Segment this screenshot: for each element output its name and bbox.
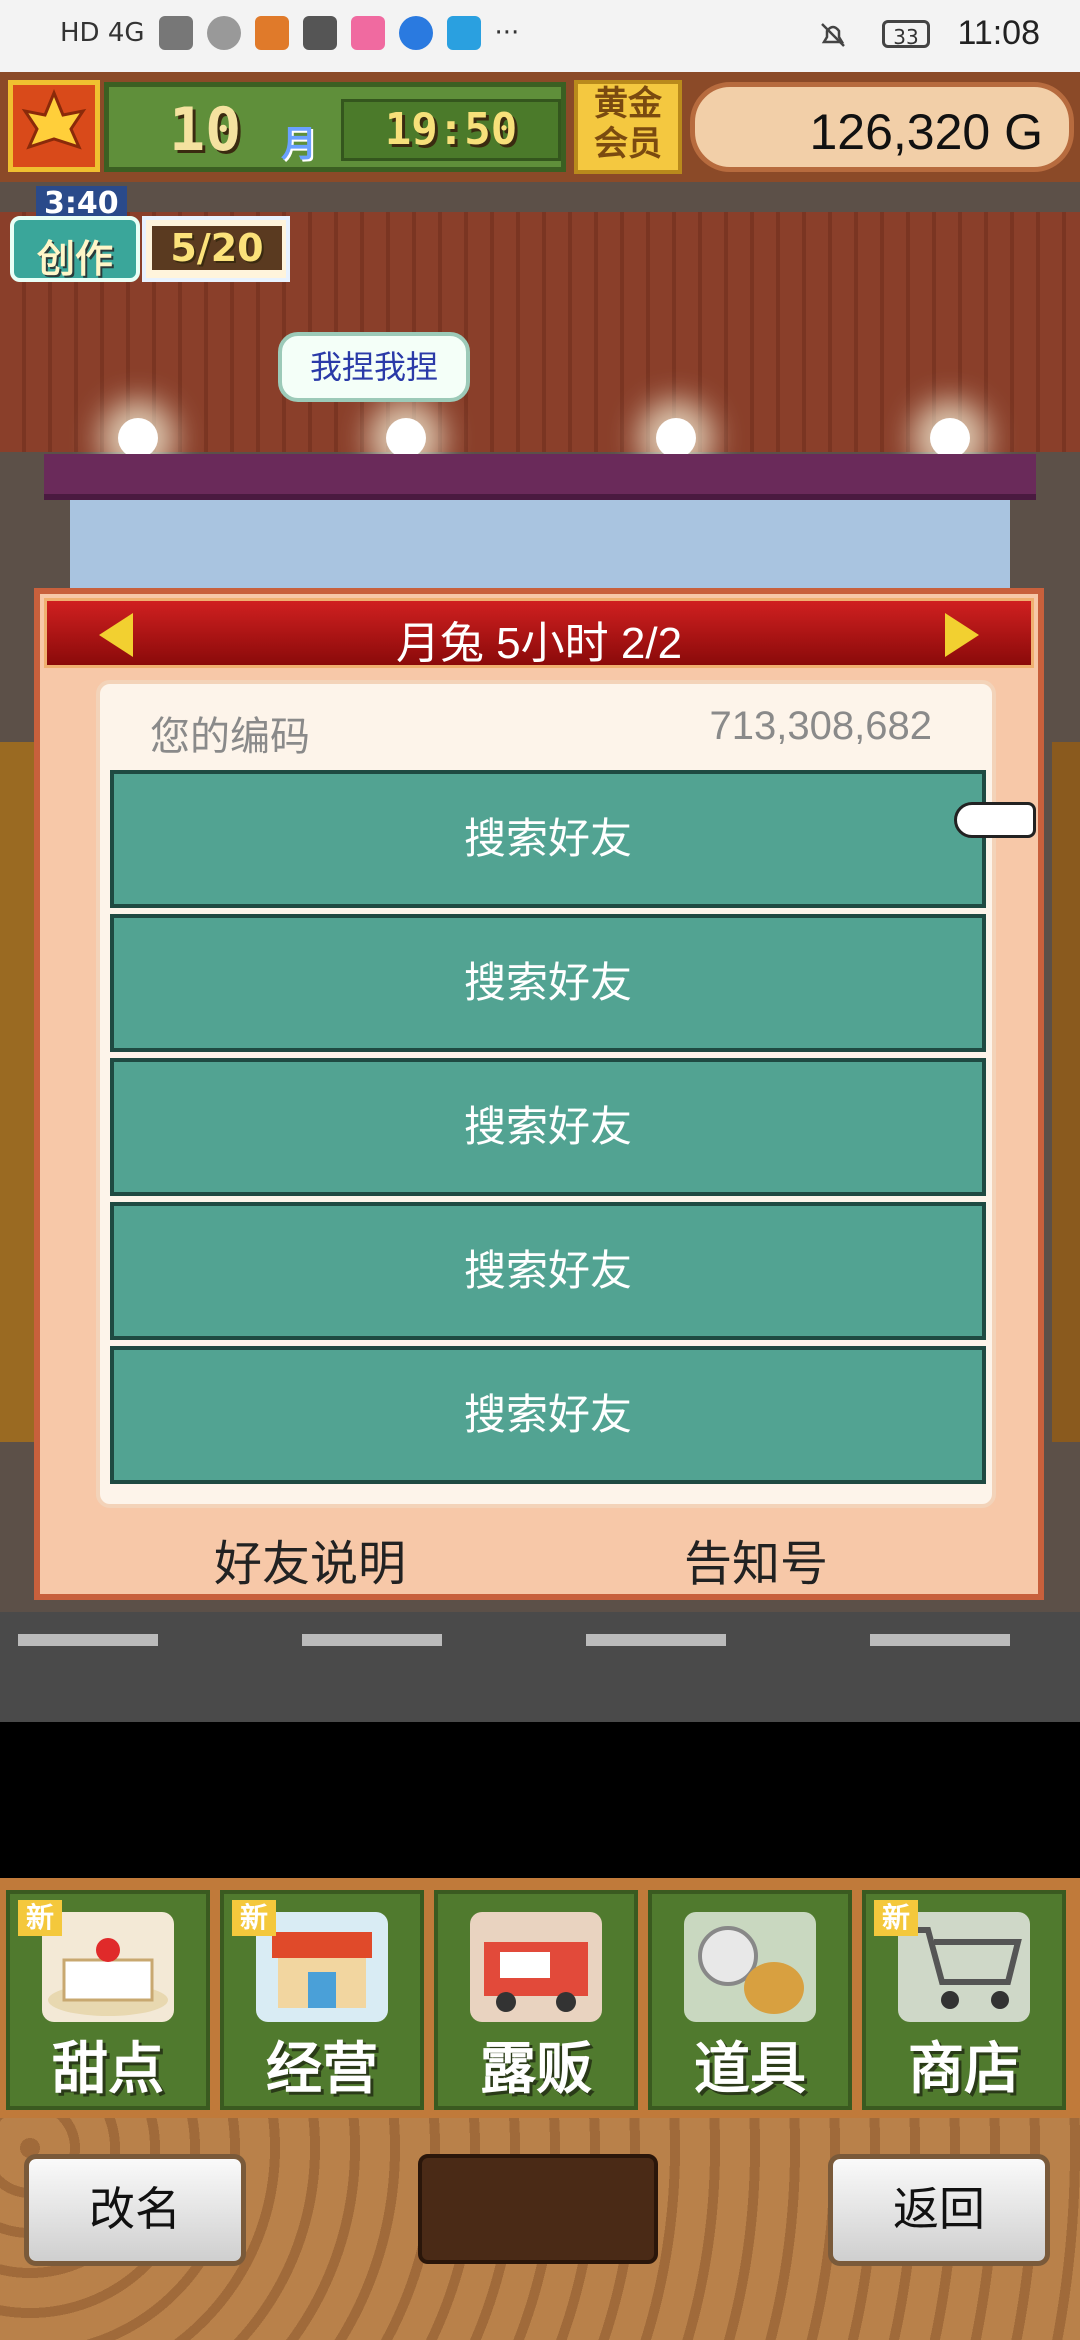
browser-app-icon <box>398 16 433 50</box>
gear-bag-icon <box>684 1912 816 2022</box>
new-badge: 新 <box>18 1900 62 1936</box>
money-display: 126,320 G <box>690 82 1074 172</box>
back-button[interactable]: 返回 <box>828 2154 1050 2266</box>
dialog-title: 月兔 5小时 2/2 <box>395 619 683 668</box>
tree-trunk <box>1052 742 1080 1442</box>
food-truck-icon <box>470 1912 602 2022</box>
menu-label: 甜点 <box>52 2037 164 2102</box>
search-friend-button[interactable]: 搜索好友 <box>110 1202 986 1340</box>
menu-label: 露贩 <box>480 2037 592 2102</box>
lamp-light <box>386 418 426 458</box>
speech-bubble: 我捏我捏 <box>278 332 470 402</box>
search-friend-button[interactable]: 搜索好友 <box>110 770 986 908</box>
new-badge: 新 <box>874 1900 918 1936</box>
menu-items[interactable]: 道具 <box>648 1890 852 2110</box>
road <box>0 1612 1080 1722</box>
gold-member-badge[interactable]: 黄金会员 <box>574 80 682 174</box>
road-marking <box>18 1634 158 1646</box>
game-hud: 10 月 19:50 黄金会员 126,320 G <box>0 72 1080 182</box>
status-icons: HD 4G ··· <box>60 16 519 50</box>
wifi-icon <box>206 16 241 50</box>
paper-plane-app-icon <box>446 16 481 50</box>
hand-pointer-icon <box>954 802 1036 838</box>
rename-button[interactable]: 改名 <box>24 2154 246 2266</box>
time-display: 19:50 <box>341 99 561 161</box>
lamp-light <box>118 418 158 458</box>
more-notifications: ··· <box>494 18 520 48</box>
road-marking <box>870 1634 1010 1646</box>
menu-dessert[interactable]: 新 甜点 <box>6 1890 210 2110</box>
game-time: 19:50 <box>384 104 518 155</box>
road-marking <box>586 1634 726 1646</box>
menu-store[interactable]: 新 商店 <box>862 1890 1066 2110</box>
network-label: HD 4G <box>60 18 145 48</box>
signal-icon <box>158 16 193 50</box>
battery-indicator: 33 <box>882 20 930 49</box>
shop-awning <box>44 454 1036 500</box>
notice-number-link[interactable]: 告知号 <box>684 1524 828 1594</box>
friend-help-link[interactable]: 好友说明 <box>214 1524 406 1594</box>
search-friend-button[interactable]: 搜索好友 <box>110 1346 986 1484</box>
month-number: 10 <box>169 95 242 165</box>
bottom-action-bar: 改名 返回 <box>0 2118 1080 2340</box>
code-label: 您的编码 <box>150 714 310 760</box>
search-friend-button[interactable]: 搜索好友 <box>110 1058 986 1196</box>
status-bar: HD 4G ··· 33 11:08 <box>0 0 1080 72</box>
menu-label: 商店 <box>908 2037 1020 2102</box>
create-status[interactable]: 3:40 创作 5/20 <box>10 186 290 286</box>
create-count: 5/20 <box>152 226 282 270</box>
cat-app-icon <box>350 16 385 50</box>
create-count-box: 5/20 <box>142 216 290 282</box>
friend-panel: 您的编码 713,308,682 搜索好友 搜索好友 搜索好友 搜索好友 搜索好… <box>96 680 996 1508</box>
create-label: 创作 <box>36 237 113 281</box>
road-marking <box>302 1634 442 1646</box>
alipay-app-icon <box>302 16 337 50</box>
menu-stall[interactable]: 露贩 <box>434 1890 638 2110</box>
center-slot <box>418 2154 658 2264</box>
menu-label: 经营 <box>266 2037 378 2102</box>
tree-trunk <box>0 742 36 1442</box>
month-label: 月 <box>281 124 318 165</box>
money-amount: 126,320 G <box>809 104 1043 160</box>
baidu-app-icon <box>254 16 289 50</box>
menu-label: 道具 <box>694 2037 806 2102</box>
code-value: 713,308,682 <box>709 704 932 748</box>
date-display: 10 月 19:50 <box>104 82 566 172</box>
create-label-box: 创作 <box>10 216 140 282</box>
status-clock: 11:08 <box>957 14 1040 52</box>
friend-dialog: 月兔 5小时 2/2 您的编码 713,308,682 搜索好友 搜索好友 搜索… <box>34 588 1044 1600</box>
dialog-header: 月兔 5小时 2/2 <box>44 598 1034 668</box>
mute-bell-icon <box>821 23 845 47</box>
lamp-light <box>656 418 696 458</box>
search-friend-button[interactable]: 搜索好友 <box>110 914 986 1052</box>
lamp-light <box>930 418 970 458</box>
new-badge: 新 <box>232 1900 276 1936</box>
bottom-menu: 新 甜点 新 经营 露贩 道具 新 商店 <box>0 1878 1080 2118</box>
maple-leaf-icon[interactable] <box>8 80 100 172</box>
menu-business[interactable]: 新 经营 <box>220 1890 424 2110</box>
arrow-right-icon[interactable] <box>945 613 979 657</box>
